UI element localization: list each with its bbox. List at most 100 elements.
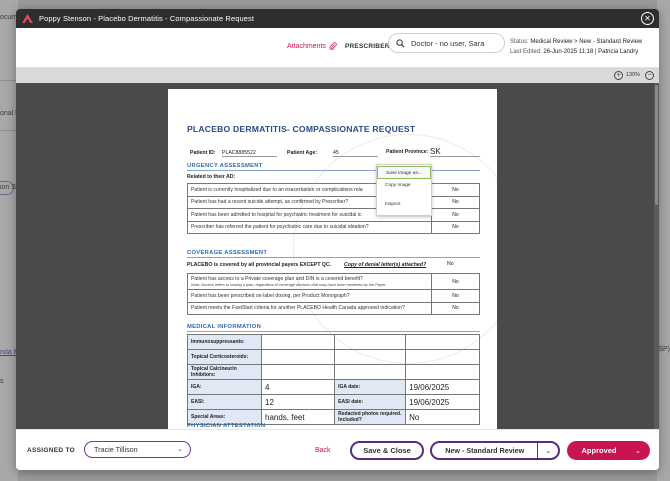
easi-date-value: 19/06/2025 [405,394,480,410]
context-menu-copy-image[interactable]: Copy image [377,179,431,192]
section-divider [187,331,480,332]
patient-id-value: PLAC8885522 [222,150,277,157]
table-row: Patient is currently hospitalized due to… [187,183,480,197]
modal-titlebar: Poppy Stenson - Placebo Dermatitis - Com… [16,9,659,28]
approved-label: Approved [581,446,617,455]
back-button[interactable]: Back [315,447,331,454]
coverage-line: PLACEBO is covered by all provincial pay… [187,262,332,268]
context-menu-save-image[interactable]: Save image as... [377,166,431,179]
save-close-button[interactable]: Save & Close [350,441,424,460]
answer-cell: No [431,301,480,315]
document-viewer[interactable]: PLACEBO DERMATITIS- COMPASSIONATE REQUES… [16,83,659,429]
prescriber-label: PRESCRIBER [345,43,390,50]
table-row: IGA: 4 IGA date: 19/06/2025 [187,379,480,395]
iga-label: IGA: [187,379,262,395]
redacted-label: Redacted photos required. Included? [334,409,407,425]
question-cell: Prescriber has referred the patient for … [187,220,432,234]
coverage-table: Patient has access to a Private coverage… [187,273,480,315]
paperclip-icon [329,42,337,50]
urgency-heading: URGENCY ASSESSMENT [187,163,263,169]
table-row: Patient has had a recent suicide attempt… [187,195,480,209]
patient-age-value: 45 [333,150,378,157]
viewer-toolbar: + 130% − [16,68,659,83]
table-row: Topical Corticosteroids: [187,349,480,365]
easi-label: EASI: [187,394,262,410]
table-row: Patient has access to a Private coverage… [187,273,480,290]
urgency-table: Patient is currently hospitalized due to… [187,183,480,234]
scrollbar-thumb[interactable] [655,85,658,205]
answer-cell: No [431,220,480,234]
redacted-value: No [405,409,480,425]
last-edited-label: Last Edited: [510,49,542,55]
answer-cell: No [431,183,480,197]
chevron-down-icon: ⌄ [177,446,183,453]
assignee-value: Tracie Tillison [94,445,138,454]
request-modal: Poppy Stenson - Placebo Dermatitis - Com… [16,9,659,470]
last-edited-value: 26-Jun-2025 11:18 | Patricia Landry [543,49,639,55]
bg-fragment: SP) [658,346,670,353]
immuno-label: Immunosuppressants: [187,334,262,350]
table-row: Patient has been admitted to hospital fo… [187,208,480,222]
app-logo-icon [22,14,33,23]
modal-title: Poppy Stenson - Placebo Dermatitis - Com… [39,14,255,23]
cortico-label: Topical Corticosteroids: [187,349,262,365]
status-block: Status: Medical Review > New - Standard … [510,37,642,57]
easi-date-label: EASI date: [334,394,407,410]
answer-cell: No [431,289,480,303]
modal-header: Attachments PRESCRIBER Doctor - no user,… [16,28,659,68]
zoom-out-icon[interactable]: − [645,71,654,80]
status-label: Status: [510,39,529,45]
table-row: Patient has been prescribed on-label dos… [187,289,480,303]
patient-province-value: SK [430,147,480,157]
close-icon[interactable]: ✕ [641,12,654,25]
assignee-select[interactable]: Tracie Tillison ⌄ [84,441,191,458]
context-menu-inspect[interactable]: Inspect [377,198,431,211]
denial-label: Copy of denial letter(s) attached? [344,262,427,268]
table-row: Patient meets the FastStart criteria for… [187,301,480,315]
medical-table: Immunosuppressants: Topical Corticostero… [187,334,480,425]
table-row: Prescriber has referred the patient for … [187,220,480,234]
table-row: EASI: 12 EASI date: 19/06/2025 [187,394,480,410]
approved-button[interactable]: Approved ⌄ [567,441,650,460]
question-cell: Patient meets the FastStart criteria for… [187,301,432,315]
attachments-label: Attachments [287,42,326,50]
prescriber-value: Doctor - no user, Sara [411,38,485,48]
document-title: PLACEBO DERMATITIS- COMPASSIONATE REQUES… [187,124,416,134]
denial-value: No [447,261,454,267]
answer-cell: No [431,273,480,290]
document-page: PLACEBO DERMATITIS- COMPASSIONATE REQUES… [168,89,497,429]
iga-date-value: 19/06/2025 [405,379,480,395]
patient-province-label: Patient Province: [386,149,429,155]
zoom-level: 130% [626,72,641,78]
medical-heading: MEDICAL INFORMATION [187,324,262,330]
assigned-to-label: ASSIGNED TO [27,447,75,454]
zoom-in-icon[interactable]: + [614,71,623,80]
chevron-down-icon[interactable]: ⌄ [631,447,645,455]
prescriber-search-input[interactable]: Doctor - no user, Sara [388,33,505,53]
special-areas-value: hands, feet [260,409,336,425]
modal-footer: ASSIGNED TO Tracie Tillison ⌄ Back Save … [16,429,659,470]
answer-cell: No [431,208,480,222]
chevron-down-icon[interactable]: ⌄ [538,447,558,455]
table-row: Immunosuppressants: [187,334,480,350]
related-ad-label: Related to their AD: [187,174,236,180]
easi-value: 12 [260,394,336,410]
calcineurin-label: Topical Calcineurin Inhibitors: [187,364,262,380]
answer-cell: No [431,195,480,209]
attachments-link[interactable]: Attachments [287,42,337,50]
question-cell: Patient has been prescribed on-label dos… [187,289,432,303]
status-value: Medical Review > New - Standard Review [530,39,643,45]
viewer-scrollbar[interactable] [654,83,659,429]
context-menu: Save image as... Copy image Inspect [376,164,432,216]
iga-date-label: IGA date: [334,379,407,395]
search-icon [396,38,405,47]
review-status-label: New - Standard Review [445,446,525,455]
patient-age-label: Patient Age: [287,150,318,156]
section-divider [187,257,480,258]
question-note: Note: Access refers to having a plan, re… [191,282,387,287]
review-status-button[interactable]: New - Standard Review ⌄ [430,441,560,460]
table-row: Topical Calcineurin Inhibitors: [187,364,480,380]
patient-id-label: Patient ID: [190,150,216,156]
coverage-heading: COVERAGE ASSESSMENT [187,250,268,256]
iga-value: 4 [260,379,336,395]
